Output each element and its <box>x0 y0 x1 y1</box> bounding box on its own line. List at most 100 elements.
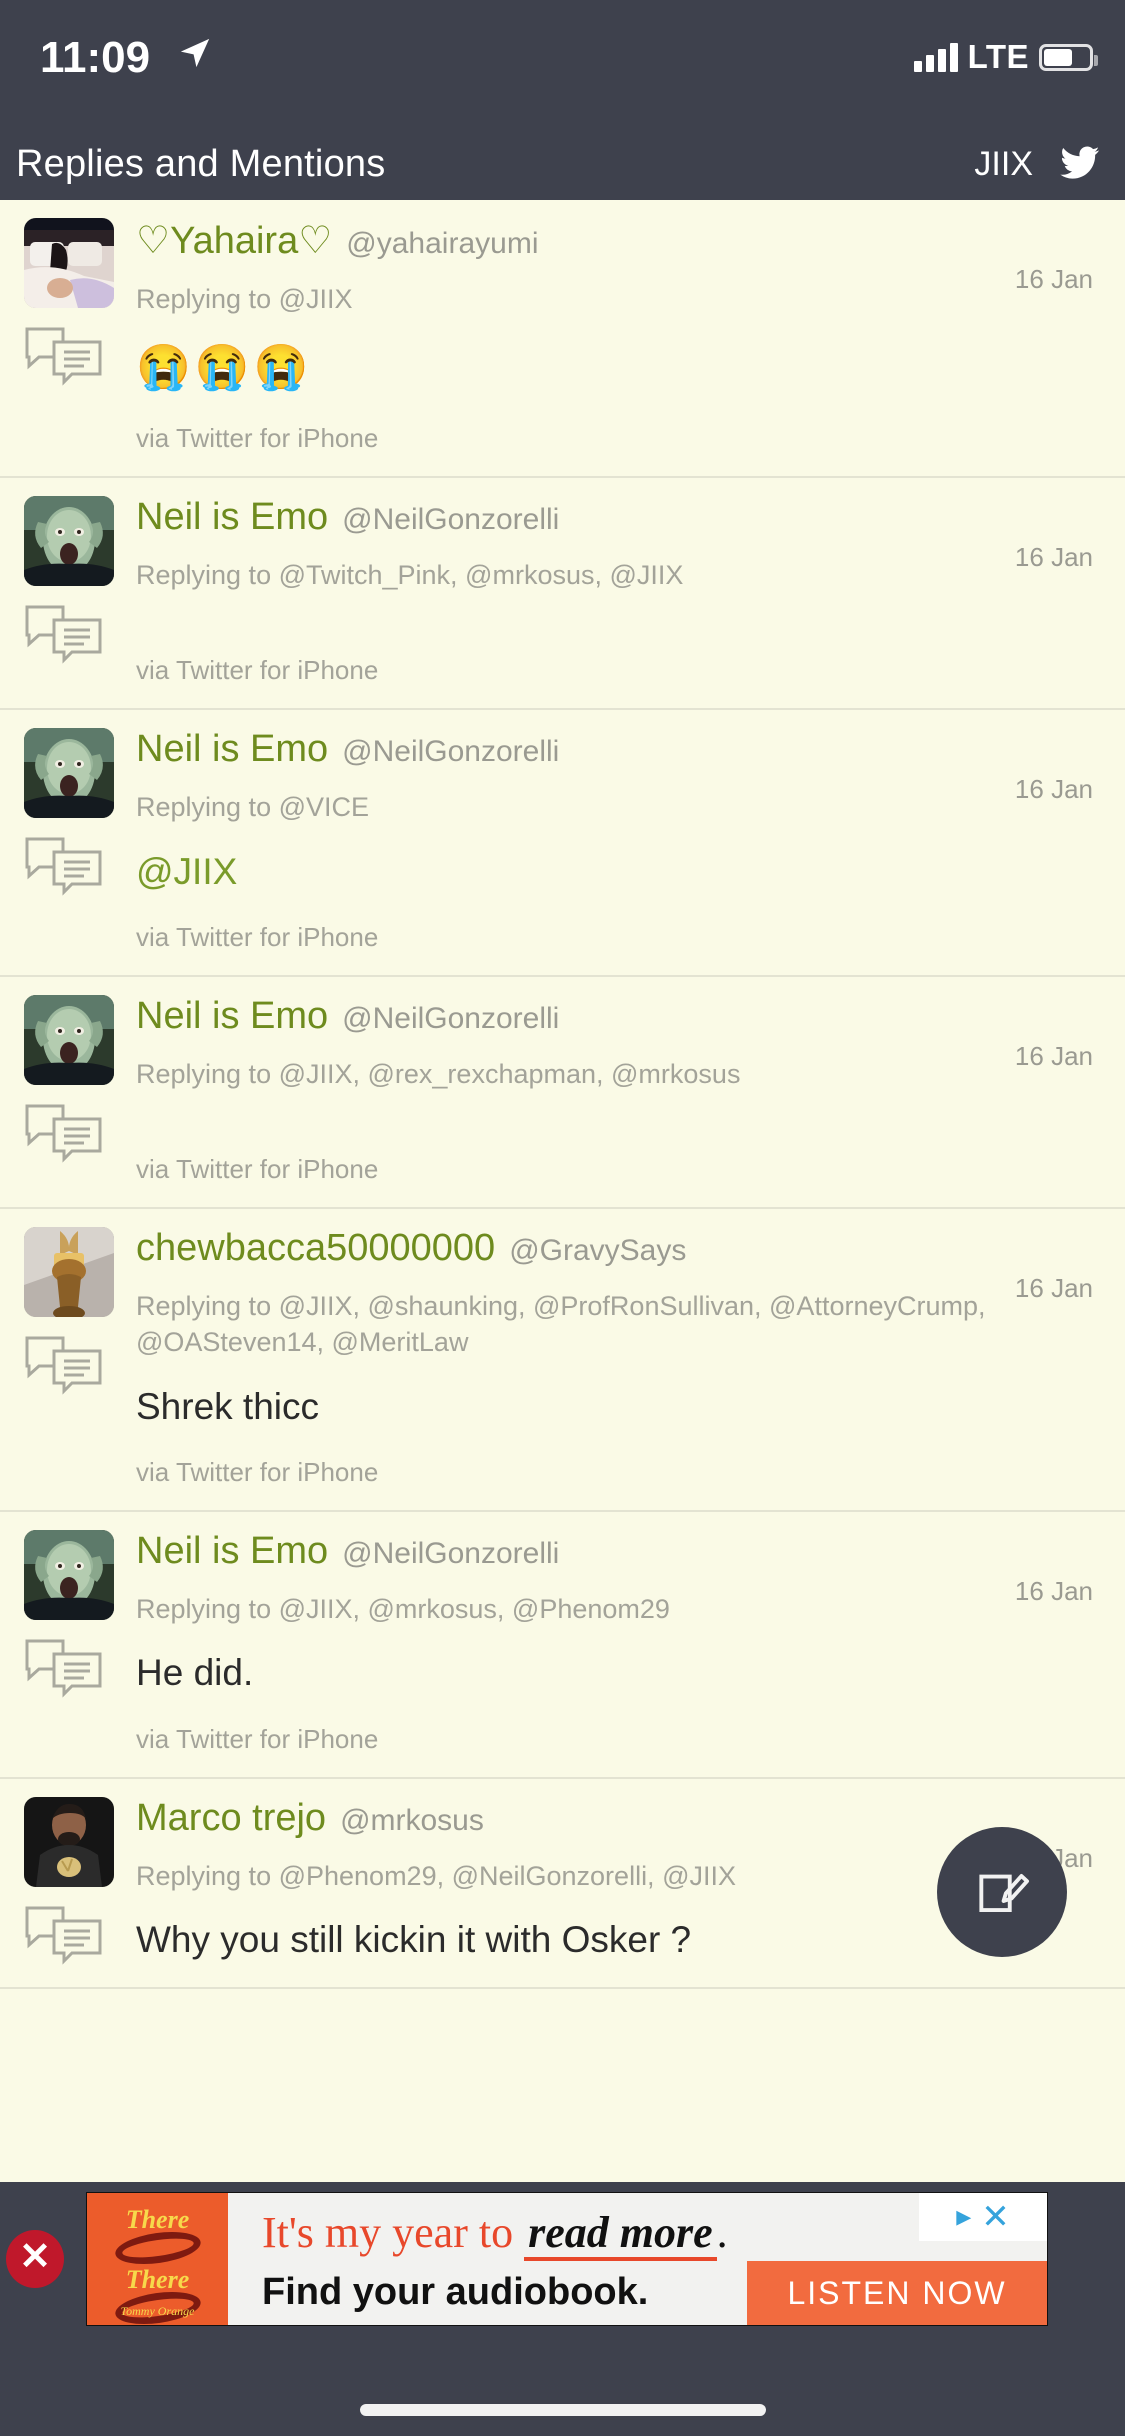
tweet-content[interactable]: @JIIX <box>136 848 1101 896</box>
tweet-left-column <box>24 1227 132 1488</box>
avatar[interactable] <box>24 728 114 819</box>
ad-banner[interactable]: There There Tommy Orange It's my year to… <box>86 2192 1048 2326</box>
header-right: JIIX <box>974 142 1103 186</box>
compose-button[interactable] <box>937 1827 1067 1957</box>
tweet-author[interactable]: Neil is Emo @NeilGonzorelli <box>136 496 1101 539</box>
tweet-row[interactable]: Neil is Emo @NeilGonzorelli 16 Jan Reply… <box>0 977 1125 1210</box>
tweet-body: chewbacca50000000 @GravySays 16 Jan Repl… <box>132 1227 1101 1488</box>
avatar[interactable] <box>24 994 114 1085</box>
reply-bubbles-icon[interactable] <box>24 326 104 386</box>
tweet-body: Neil is Emo @NeilGonzorelli 16 Jan Reply… <box>132 1530 1101 1755</box>
tweet-source: via Twitter for iPhone <box>136 1723 379 1754</box>
display-name[interactable]: Neil is Emo <box>136 1530 328 1573</box>
reply-bubbles-icon[interactable] <box>24 836 104 896</box>
tweet-content: 😭😭😭 <box>136 343 313 393</box>
ad-cover-line-2: There <box>125 2265 190 2294</box>
avatar[interactable] <box>24 1796 114 1887</box>
display-name[interactable]: Neil is Emo <box>136 728 328 771</box>
reply-bubbles-icon[interactable] <box>24 1103 104 1163</box>
ad-subline: Find your audiobook. <box>262 2271 649 2313</box>
ad-choices-bar[interactable]: ▸ ✕ <box>919 2193 1047 2241</box>
display-name[interactable]: Neil is Emo <box>136 995 328 1038</box>
ad-close-button[interactable]: ✕ <box>6 2230 64 2288</box>
tweet-row[interactable]: Neil is Emo @NeilGonzorelli 16 Jan Reply… <box>0 1512 1125 1779</box>
display-name[interactable]: chewbacca50000000 <box>136 1227 495 1270</box>
tweet-body: Neil is Emo @NeilGonzorelli 16 Jan Reply… <box>132 995 1101 1185</box>
ad-headline-prefix: It's my year to <box>262 2208 525 2257</box>
avatar[interactable] <box>24 218 114 308</box>
tweet-source: via Twitter for iPhone <box>136 1457 379 1487</box>
replying-to: Replying to @JIIX <box>136 284 353 314</box>
carrier-label: LTE <box>967 38 1029 75</box>
display-name[interactable]: Marco trejo <box>136 1797 326 1840</box>
tweet-source: via Twitter for iPhone <box>136 921 379 952</box>
display-name[interactable]: ♡Yahaira♡ <box>136 218 332 263</box>
tweet-source: via Twitter for iPhone <box>136 1154 379 1185</box>
ad-cta-button[interactable]: LISTEN NOW <box>747 2261 1047 2325</box>
user-handle[interactable]: @NeilGonzorelli <box>342 1002 559 1036</box>
tweet-author[interactable]: chewbacca50000000 @GravySays <box>136 1227 1101 1270</box>
status-bar-right: LTE <box>913 38 1098 76</box>
user-handle[interactable]: @GravySays <box>509 1234 686 1268</box>
user-handle[interactable]: @NeilGonzorelli <box>342 503 559 537</box>
tweet-author[interactable]: Neil is Emo @NeilGonzorelli <box>136 1530 1101 1573</box>
compose-pencil-icon <box>979 1874 1029 1913</box>
ad-book-cover: There There Tommy Orange <box>87 2193 228 2325</box>
tweet-left-column <box>24 495 132 686</box>
tweet-row[interactable]: ♡Yahaira♡ @yahairayumi 16 Jan Replying t… <box>0 200 1125 478</box>
avatar[interactable] <box>24 1227 114 1318</box>
tweet-date: 16 Jan <box>1014 1040 1093 1071</box>
tweet-date: 16 Jan <box>1014 1273 1093 1304</box>
user-handle[interactable]: @yahairayumi <box>346 227 538 261</box>
tweet-source: via Twitter for iPhone <box>136 655 379 686</box>
tweet-author[interactable]: Neil is Emo @NeilGonzorelli <box>136 995 1101 1038</box>
reply-bubbles-icon[interactable] <box>24 1905 104 1965</box>
tweet-date: 16 Jan <box>1014 541 1093 572</box>
ad-dismiss-x-icon[interactable]: ✕ <box>981 2200 1010 2234</box>
tweet-body: Neil is Emo @NeilGonzorelli 16 Jan Reply… <box>132 496 1101 686</box>
tweet-left-column <box>24 728 132 953</box>
replying-to: Replying to @JIIX, @rex_rexchapman, @mrk… <box>136 1058 741 1089</box>
tweet-left-column <box>24 1796 132 1965</box>
reply-bubbles-icon[interactable] <box>24 1638 104 1698</box>
tweet-content: He did. <box>136 1652 254 1694</box>
page-title: Replies and Mentions <box>16 143 386 185</box>
twitter-bird-icon[interactable] <box>1055 142 1103 186</box>
tweet-left-column <box>24 218 132 454</box>
ad-headline-suffix: . <box>716 2208 728 2257</box>
reply-bubbles-icon[interactable] <box>24 1335 104 1395</box>
ad-headline: It's my year to read more. <box>262 2207 728 2261</box>
tweet-left-column <box>24 1530 132 1755</box>
ad-headline-script: read more <box>524 2208 717 2261</box>
avatar[interactable] <box>24 495 114 586</box>
battery-icon <box>1039 43 1098 71</box>
replying-to: Replying to @JIIX, @mrkosus, @Phenom29 <box>136 1594 670 1624</box>
avatar[interactable] <box>24 1530 114 1620</box>
tweet-body: Neil is Emo @NeilGonzorelli 16 Jan Reply… <box>132 728 1101 953</box>
tweet-row[interactable]: Neil is Emo @NeilGonzorelli 16 Jan Reply… <box>0 478 1125 711</box>
tweet-row[interactable]: Neil is Emo @NeilGonzorelli 16 Jan Reply… <box>0 710 1125 977</box>
tweet-date: 16 Jan <box>1014 264 1093 294</box>
replying-to: Replying to @VICE <box>136 792 370 823</box>
tweet-source: via Twitter for iPhone <box>136 422 379 453</box>
tweet-author[interactable]: Marco trejo @mrkosus <box>136 1797 1101 1840</box>
account-handle[interactable]: JIIX <box>974 145 1033 184</box>
adchoices-icon[interactable]: ▸ <box>956 2202 971 2232</box>
replying-to: Replying to @Twitch_Pink, @mrkosus, @JII… <box>136 559 684 590</box>
tweet-author[interactable]: ♡Yahaira♡ @yahairayumi <box>136 218 1101 263</box>
tweet-author[interactable]: Neil is Emo @NeilGonzorelli <box>136 728 1101 771</box>
user-handle[interactable]: @mrkosus <box>340 1804 484 1838</box>
status-bar: 11:09 LTE <box>0 0 1125 130</box>
replying-to: Replying to @JIIX, @shaunking, @ProfRonS… <box>136 1291 986 1358</box>
user-handle[interactable]: @NeilGonzorelli <box>342 735 559 769</box>
status-bar-time: 11:09 <box>40 33 151 82</box>
reply-bubbles-icon[interactable] <box>24 604 104 664</box>
ad-cover-line-1: There <box>125 2205 190 2234</box>
tweet-date: 16 Jan <box>1014 1576 1093 1606</box>
display-name[interactable]: Neil is Emo <box>136 496 328 539</box>
tweet-content: Shrek thicc <box>136 1385 320 1427</box>
tweet-row[interactable]: chewbacca50000000 @GravySays 16 Jan Repl… <box>0 1209 1125 1512</box>
user-handle[interactable]: @NeilGonzorelli <box>342 1537 559 1571</box>
home-indicator[interactable] <box>359 2404 766 2416</box>
tweet-body: ♡Yahaira♡ @yahairayumi 16 Jan Replying t… <box>132 218 1101 454</box>
